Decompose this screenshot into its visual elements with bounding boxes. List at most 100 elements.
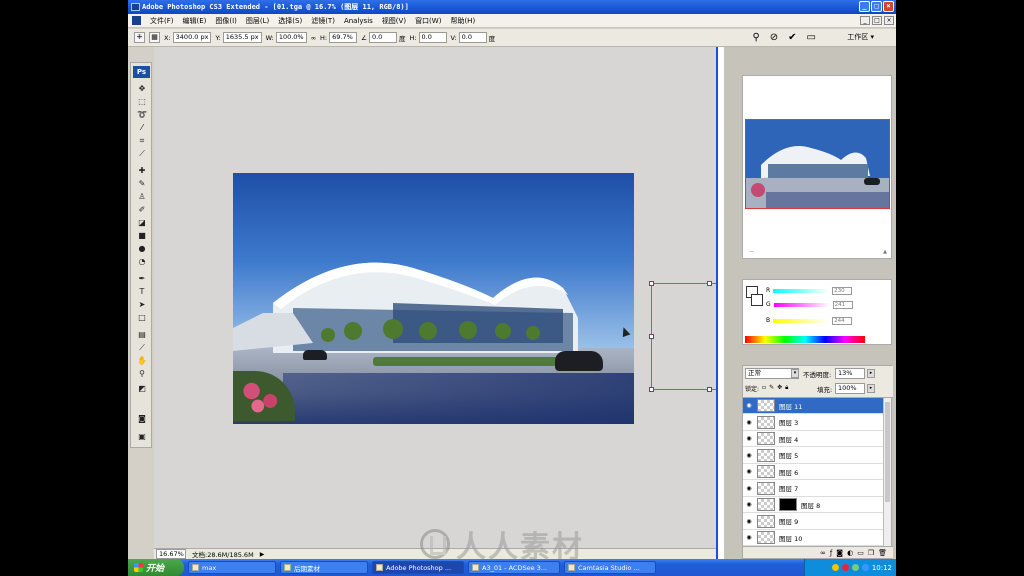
menu-analysis[interactable]: Analysis bbox=[344, 17, 373, 25]
visibility-eye-icon[interactable]: ◉ bbox=[743, 518, 755, 525]
lock-transparent-icon[interactable]: ▫ bbox=[762, 384, 766, 393]
g-value[interactable]: 241 bbox=[832, 300, 853, 309]
zoom-tool-icon[interactable]: ⚲ bbox=[136, 368, 148, 379]
pen-tool-icon[interactable]: ✒ bbox=[136, 273, 148, 284]
doc-close-button[interactable]: × bbox=[884, 16, 894, 25]
warp-mode-icon[interactable]: ⚲ bbox=[752, 32, 759, 43]
x-input[interactable]: 3400.0 px bbox=[172, 32, 212, 43]
delete-layer-icon[interactable]: 🗑︎ bbox=[878, 549, 887, 557]
fill-slider-icon[interactable]: ▸ bbox=[867, 384, 875, 393]
blur-tool-icon[interactable]: ● bbox=[136, 243, 148, 254]
visibility-eye-icon[interactable]: ◉ bbox=[743, 501, 755, 508]
menu-window[interactable]: 窗口(W) bbox=[415, 16, 441, 26]
maximize-button[interactable]: □ bbox=[871, 1, 882, 12]
link-layers-icon[interactable]: ∞ bbox=[820, 549, 826, 557]
layer-row[interactable]: ◉ 图层 5 bbox=[743, 448, 885, 464]
visibility-eye-icon[interactable]: ◉ bbox=[743, 435, 755, 442]
hskew-input[interactable]: 0.0 bbox=[418, 32, 447, 43]
taskbar-task[interactable]: 后期素材 bbox=[280, 561, 368, 574]
marquee-tool-icon[interactable]: ⬚ bbox=[136, 96, 148, 107]
move-tool-icon[interactable]: ✥ bbox=[136, 83, 148, 94]
palette-well-icon[interactable]: ▭ bbox=[807, 32, 816, 43]
height-input[interactable]: 69.7% bbox=[329, 32, 358, 43]
taskbar-task[interactable]: max bbox=[188, 561, 276, 574]
navigator-zoom-slider[interactable]: — ▲ bbox=[749, 249, 887, 255]
layers-scroll-thumb[interactable] bbox=[885, 402, 890, 502]
y-input[interactable]: 1635.5 px bbox=[222, 32, 262, 43]
crop-tool-icon[interactable]: ⌗ bbox=[136, 135, 148, 146]
menu-help[interactable]: 帮助(H) bbox=[450, 16, 475, 26]
menu-image[interactable]: 图像(I) bbox=[215, 16, 237, 26]
gradient-tool-icon[interactable]: ■ bbox=[136, 230, 148, 241]
lock-image-icon[interactable]: ✎ bbox=[769, 384, 774, 393]
lock-position-icon[interactable]: ✥ bbox=[777, 384, 782, 393]
b-value[interactable]: 244 bbox=[832, 316, 853, 325]
path-select-icon[interactable]: ➤ bbox=[136, 299, 148, 310]
transform-handle-left[interactable] bbox=[649, 334, 654, 339]
dodge-tool-icon[interactable]: ◔ bbox=[136, 256, 148, 267]
status-menu-arrow-icon[interactable]: ▶ bbox=[260, 551, 265, 558]
layer-row[interactable]: ◉ 图层 10 bbox=[743, 530, 885, 546]
link-icon[interactable]: ∞ bbox=[311, 34, 316, 42]
visibility-eye-icon[interactable]: ◉ bbox=[743, 468, 755, 475]
start-button[interactable]: 开始 bbox=[128, 559, 184, 576]
close-button[interactable]: × bbox=[883, 1, 894, 12]
tray-ime-icon[interactable] bbox=[861, 564, 869, 571]
type-tool-icon[interactable]: T bbox=[136, 286, 148, 297]
transform-tool-icon[interactable]: ⁜ bbox=[134, 32, 145, 43]
angle-input[interactable]: 0.0 bbox=[368, 32, 397, 43]
width-input[interactable]: 100.0% bbox=[275, 32, 307, 43]
background-swatch[interactable] bbox=[751, 294, 763, 306]
visibility-eye-icon[interactable]: ◉ bbox=[743, 485, 755, 492]
transform-handle-tl[interactable] bbox=[649, 281, 654, 286]
lasso-tool-icon[interactable]: ➰ bbox=[136, 109, 148, 120]
taskbar-task[interactable]: Camtasia Studio ... bbox=[564, 561, 656, 574]
history-brush-icon[interactable]: ✐ bbox=[136, 204, 148, 215]
menu-filter[interactable]: 滤镜(T) bbox=[311, 16, 335, 26]
taskbar-task[interactable]: Adobe Photoshop ... bbox=[372, 561, 464, 574]
quick-mask-icon[interactable]: ◙ bbox=[136, 413, 148, 424]
blend-mode-dropdown-icon[interactable]: ▾ bbox=[791, 369, 799, 378]
menu-edit[interactable]: 编辑(E) bbox=[183, 16, 207, 26]
slice-tool-icon[interactable]: ⟋ bbox=[136, 148, 148, 159]
tray-security-icon[interactable] bbox=[841, 564, 849, 571]
layer-row[interactable]: ◉ 图层 3 bbox=[743, 415, 885, 431]
magic-wand-tool-icon[interactable]: ⁄ bbox=[136, 122, 148, 133]
visibility-eye-icon[interactable]: ◉ bbox=[743, 534, 755, 541]
screen-mode-icon[interactable]: ▣ bbox=[136, 431, 148, 442]
zoom-level-field[interactable]: 16.67% bbox=[156, 549, 186, 559]
menu-select[interactable]: 选择(S) bbox=[278, 16, 302, 26]
eyedropper-tool-icon[interactable]: ⟋ bbox=[136, 342, 148, 353]
doc-minimize-button[interactable]: _ bbox=[860, 16, 870, 25]
color-spectrum[interactable] bbox=[745, 336, 865, 343]
minimize-button[interactable]: _ bbox=[859, 1, 870, 12]
layer-row[interactable]: ◉ 图层 11 bbox=[743, 398, 885, 414]
healing-brush-icon[interactable]: ✚ bbox=[136, 165, 148, 176]
cancel-transform-icon[interactable]: ⊘ bbox=[770, 32, 778, 43]
b-slider[interactable] bbox=[773, 318, 830, 323]
vskew-input[interactable]: 0.0 bbox=[458, 32, 487, 43]
menu-layer[interactable]: 图层(L) bbox=[246, 16, 269, 26]
eraser-tool-icon[interactable]: ◪ bbox=[136, 217, 148, 228]
brush-tool-icon[interactable]: ✎ bbox=[136, 178, 148, 189]
new-layer-icon[interactable]: ❐ bbox=[868, 549, 874, 557]
clone-stamp-icon[interactable]: ♙ bbox=[136, 191, 148, 202]
document-canvas[interactable] bbox=[233, 173, 634, 424]
layer-row[interactable]: ◉ 图层 6 bbox=[743, 464, 885, 480]
reference-point-icon[interactable]: ▦ bbox=[149, 32, 160, 43]
transform-handle-bottom[interactable] bbox=[707, 387, 712, 392]
layers-scrollbar[interactable] bbox=[883, 398, 891, 546]
layer-row[interactable]: ◉ 图层 4 bbox=[743, 431, 885, 447]
commit-transform-icon[interactable]: ✔ bbox=[788, 32, 796, 43]
shape-tool-icon[interactable]: □ bbox=[136, 312, 148, 323]
tray-network-icon[interactable] bbox=[831, 564, 839, 571]
g-slider[interactable] bbox=[773, 302, 830, 307]
lock-all-icon[interactable]: 🔒︎ bbox=[785, 384, 788, 393]
color-swatches-icon[interactable]: ◩ bbox=[136, 383, 148, 394]
visibility-eye-icon[interactable]: ◉ bbox=[743, 402, 755, 409]
layer-row[interactable]: ◉ 图层 7 bbox=[743, 481, 885, 497]
r-value[interactable]: 230 bbox=[832, 286, 853, 295]
doc-restore-button[interactable]: □ bbox=[872, 16, 882, 25]
layer-style-icon[interactable]: ƒ bbox=[830, 549, 832, 557]
new-group-icon[interactable]: ▭ bbox=[857, 549, 864, 557]
